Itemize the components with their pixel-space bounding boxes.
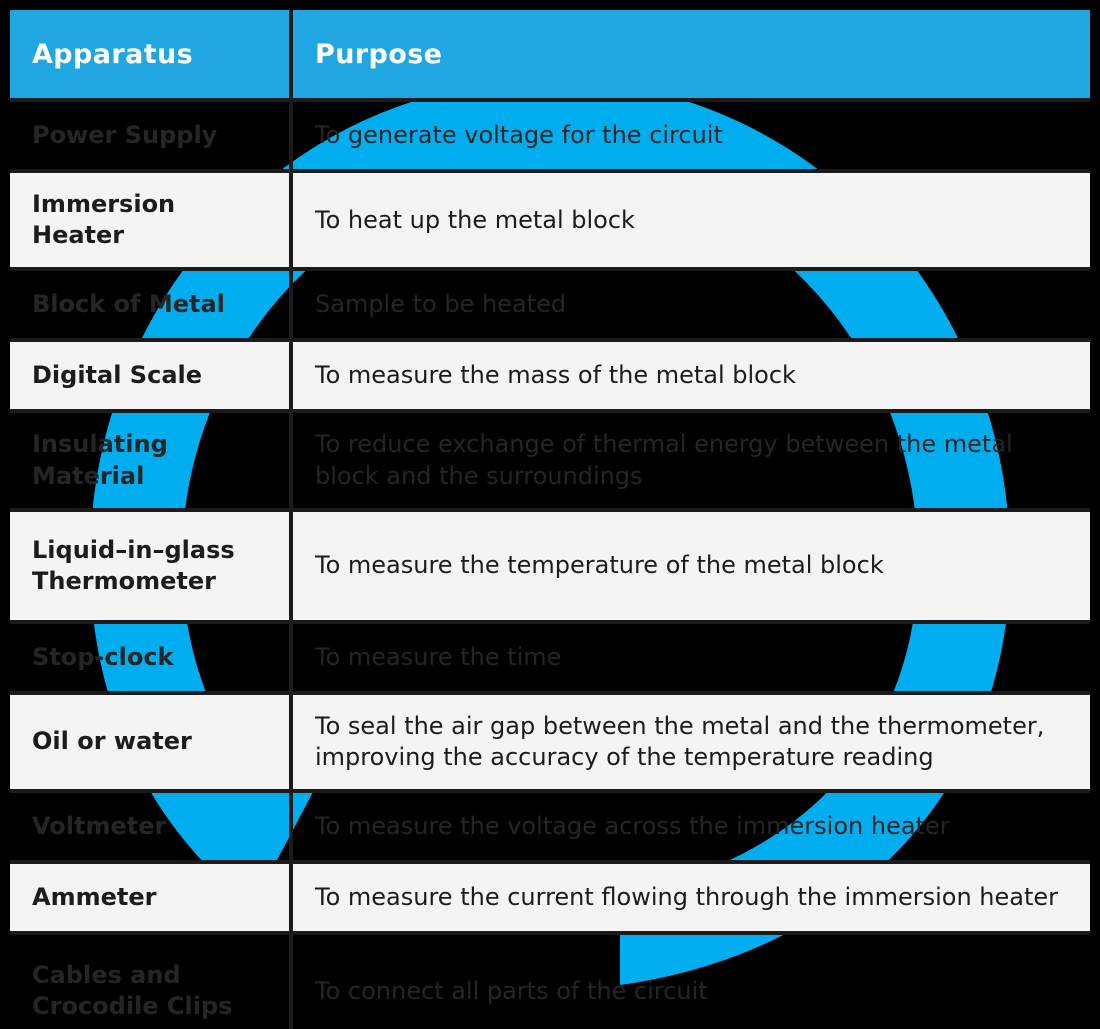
apparatus-label: Insulating Material xyxy=(32,430,168,490)
table-row: Block of Metal Sample to be heated xyxy=(10,271,1090,343)
purpose-text: To measure the current flowing through t… xyxy=(315,883,1059,912)
table-row: Ammeter To measure the current flowing th… xyxy=(10,864,1090,936)
purpose-cell: To measure the voltage across the immers… xyxy=(293,793,1090,865)
apparatus-label-line1: Liquid–in–glass xyxy=(32,535,235,564)
apparatus-label: Digital Scale xyxy=(32,361,203,390)
purpose-cell: To measure the temperature of the metal … xyxy=(293,511,1090,624)
apparatus-purpose-table-container: Apparatus Purpose Power Supply To generat… xyxy=(10,10,1090,1029)
apparatus-label-line2: Thermometer xyxy=(32,566,216,595)
purpose-cell: To seal the air gap between the metal an… xyxy=(293,694,1090,794)
table-row: Liquid–in–glass Thermometer To measure the… xyxy=(10,511,1090,624)
table-row: Voltmeter To measure the voltage across t… xyxy=(10,793,1090,865)
column-header-purpose: Purpose xyxy=(293,10,1090,102)
purpose-cell: Sample to be heated xyxy=(293,271,1090,343)
apparatus-cell: Liquid–in–glass Thermometer xyxy=(10,511,293,624)
purpose-text: To connect all parts of the circuit xyxy=(315,976,708,1005)
purpose-cell: To measure the mass of the metal block xyxy=(293,342,1090,414)
purpose-text: To heat up the metal block xyxy=(315,205,635,234)
purpose-cell: To measure the time xyxy=(293,624,1090,695)
apparatus-label: Stop-clock xyxy=(32,642,174,671)
purpose-text: To generate voltage for the circuit xyxy=(315,120,723,149)
header-row: Apparatus Purpose xyxy=(10,10,1090,102)
apparatus-cell: Stop-clock xyxy=(10,623,293,695)
apparatus-cell: Cables and Crocodile Clips xyxy=(10,935,293,1029)
apparatus-cell: Voltmeter xyxy=(10,793,293,865)
apparatus-label: Power Supply xyxy=(32,120,218,149)
table-row: Insulating Material To reduce exchange of… xyxy=(10,413,1090,512)
purpose-cell: To measure the current flowing through t… xyxy=(293,864,1090,936)
apparatus-label: Immersion Heater xyxy=(32,190,176,250)
purpose-text: To measure the mass of the metal block xyxy=(315,361,796,390)
apparatus-label-line1: Cables and xyxy=(32,960,181,989)
apparatus-cell: Ammeter xyxy=(10,864,293,936)
apparatus-cell: Block of Metal xyxy=(10,271,293,343)
purpose-cell: To connect all parts of the circuit xyxy=(293,935,1090,1029)
apparatus-cell: Power Supply xyxy=(10,102,293,173)
apparatus-label: Voltmeter xyxy=(32,812,167,841)
table-row: Power Supply To generate voltage for the … xyxy=(10,102,1090,173)
apparatus-label: Ammeter xyxy=(32,883,157,912)
apparatus-label-line2: Crocodile Clips xyxy=(32,992,233,1021)
table-row: Digital Scale To measure the mass of the … xyxy=(10,342,1090,414)
purpose-cell: To reduce exchange of thermal energy bet… xyxy=(293,413,1090,512)
apparatus-purpose-table: Apparatus Purpose Power Supply To generat… xyxy=(10,10,1090,1029)
purpose-cell: To generate voltage for the circuit xyxy=(293,102,1090,173)
apparatus-label: Block of Metal xyxy=(32,290,225,319)
apparatus-cell: Oil or water xyxy=(10,694,293,794)
purpose-text: To measure the time xyxy=(315,642,562,671)
purpose-cell: To heat up the metal block xyxy=(293,173,1090,272)
purpose-text: Sample to be heated xyxy=(315,290,567,319)
apparatus-cell: Digital Scale xyxy=(10,342,293,414)
apparatus-label: Oil or water xyxy=(32,727,192,756)
table-row: Oil or water To seal the air gap between … xyxy=(10,694,1090,794)
screenshot-root: Apparatus Purpose Power Supply To generat… xyxy=(0,0,1100,1029)
table-row: Stop-clock To measure the time xyxy=(10,623,1090,695)
table-row: Immersion Heater To heat up the metal blo… xyxy=(10,173,1090,272)
purpose-text: To reduce exchange of thermal energy bet… xyxy=(315,430,1013,490)
purpose-text: To seal the air gap between the metal an… xyxy=(315,711,1045,771)
table-row: Cables and Crocodile Clips To connect all … xyxy=(10,935,1090,1029)
table-header: Apparatus Purpose xyxy=(10,10,1090,102)
purpose-text: To measure the voltage across the immers… xyxy=(315,812,950,841)
apparatus-cell: Insulating Material xyxy=(10,413,293,512)
table-body: Power Supply To generate voltage for the … xyxy=(10,102,1090,1029)
column-header-apparatus: Apparatus xyxy=(10,10,293,102)
purpose-text: To measure the temperature of the metal … xyxy=(315,551,884,580)
apparatus-cell: Immersion Heater xyxy=(10,173,293,272)
